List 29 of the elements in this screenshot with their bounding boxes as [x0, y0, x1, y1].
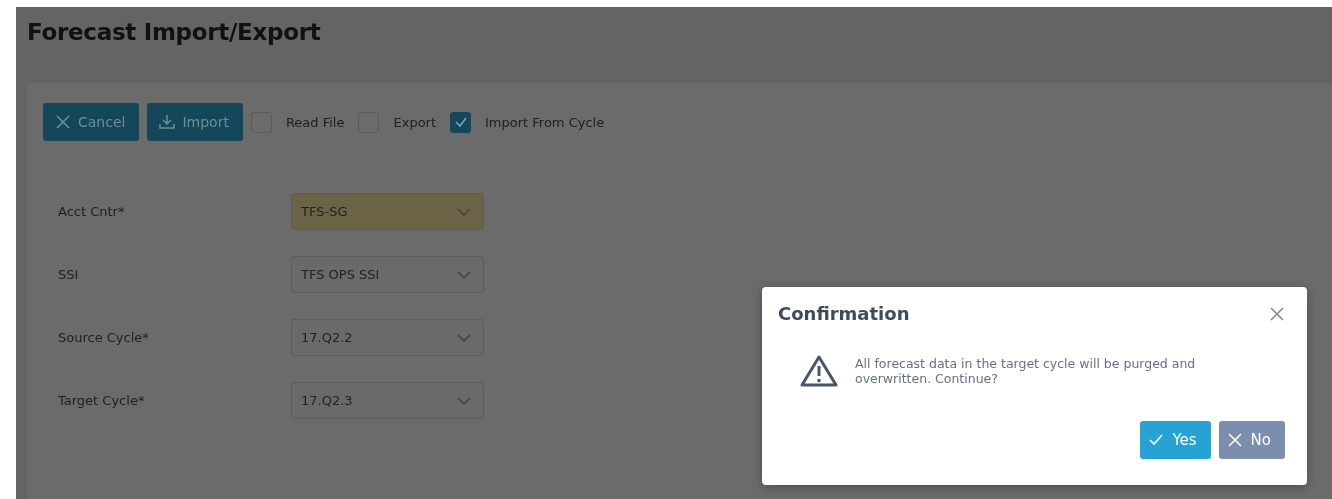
- cancel-button[interactable]: Cancel: [43, 103, 140, 141]
- checkbox-label: Read File: [285, 114, 345, 130]
- dropdown-field[interactable]: TFS-SG: [291, 193, 484, 230]
- close-icon: [55, 114, 71, 130]
- warning-icon: [799, 354, 839, 388]
- chevron-down-icon: [457, 270, 471, 279]
- dialog-title: Confirmation: [778, 303, 910, 324]
- field-label: SSI: [58, 267, 80, 282]
- checkbox-label: Export: [393, 114, 437, 130]
- dropdown-field[interactable]: 17.Q2.3: [291, 382, 484, 419]
- import-button[interactable]: Import: [147, 103, 243, 141]
- download-icon: [159, 114, 176, 130]
- close-icon[interactable]: [1269, 305, 1285, 322]
- dropdown-field[interactable]: TFS OPS SSI: [291, 256, 484, 293]
- field-label: Source Cycle*: [58, 330, 150, 345]
- close-icon: [1226, 432, 1243, 448]
- chevron-down-icon: [457, 396, 471, 405]
- field-label: Acct Cntr*: [58, 204, 126, 219]
- yes-button[interactable]: Yes: [1140, 421, 1211, 459]
- chevron-down-icon: [457, 207, 471, 216]
- dialog-message: All forecast data in the target cycle will be purged and overwritten. Continue?: [855, 356, 1197, 386]
- checkbox[interactable]: [450, 111, 472, 133]
- page-title: Forecast Import/Export: [27, 18, 322, 47]
- field-label: Target Cycle*: [58, 393, 146, 408]
- checkbox-label: Import From Cycle: [485, 114, 605, 130]
- no-button[interactable]: No: [1218, 421, 1285, 459]
- dropdown-field[interactable]: 17.Q2.2: [291, 319, 484, 356]
- checkmark-icon: [1148, 432, 1165, 448]
- chevron-down-icon: [457, 333, 471, 342]
